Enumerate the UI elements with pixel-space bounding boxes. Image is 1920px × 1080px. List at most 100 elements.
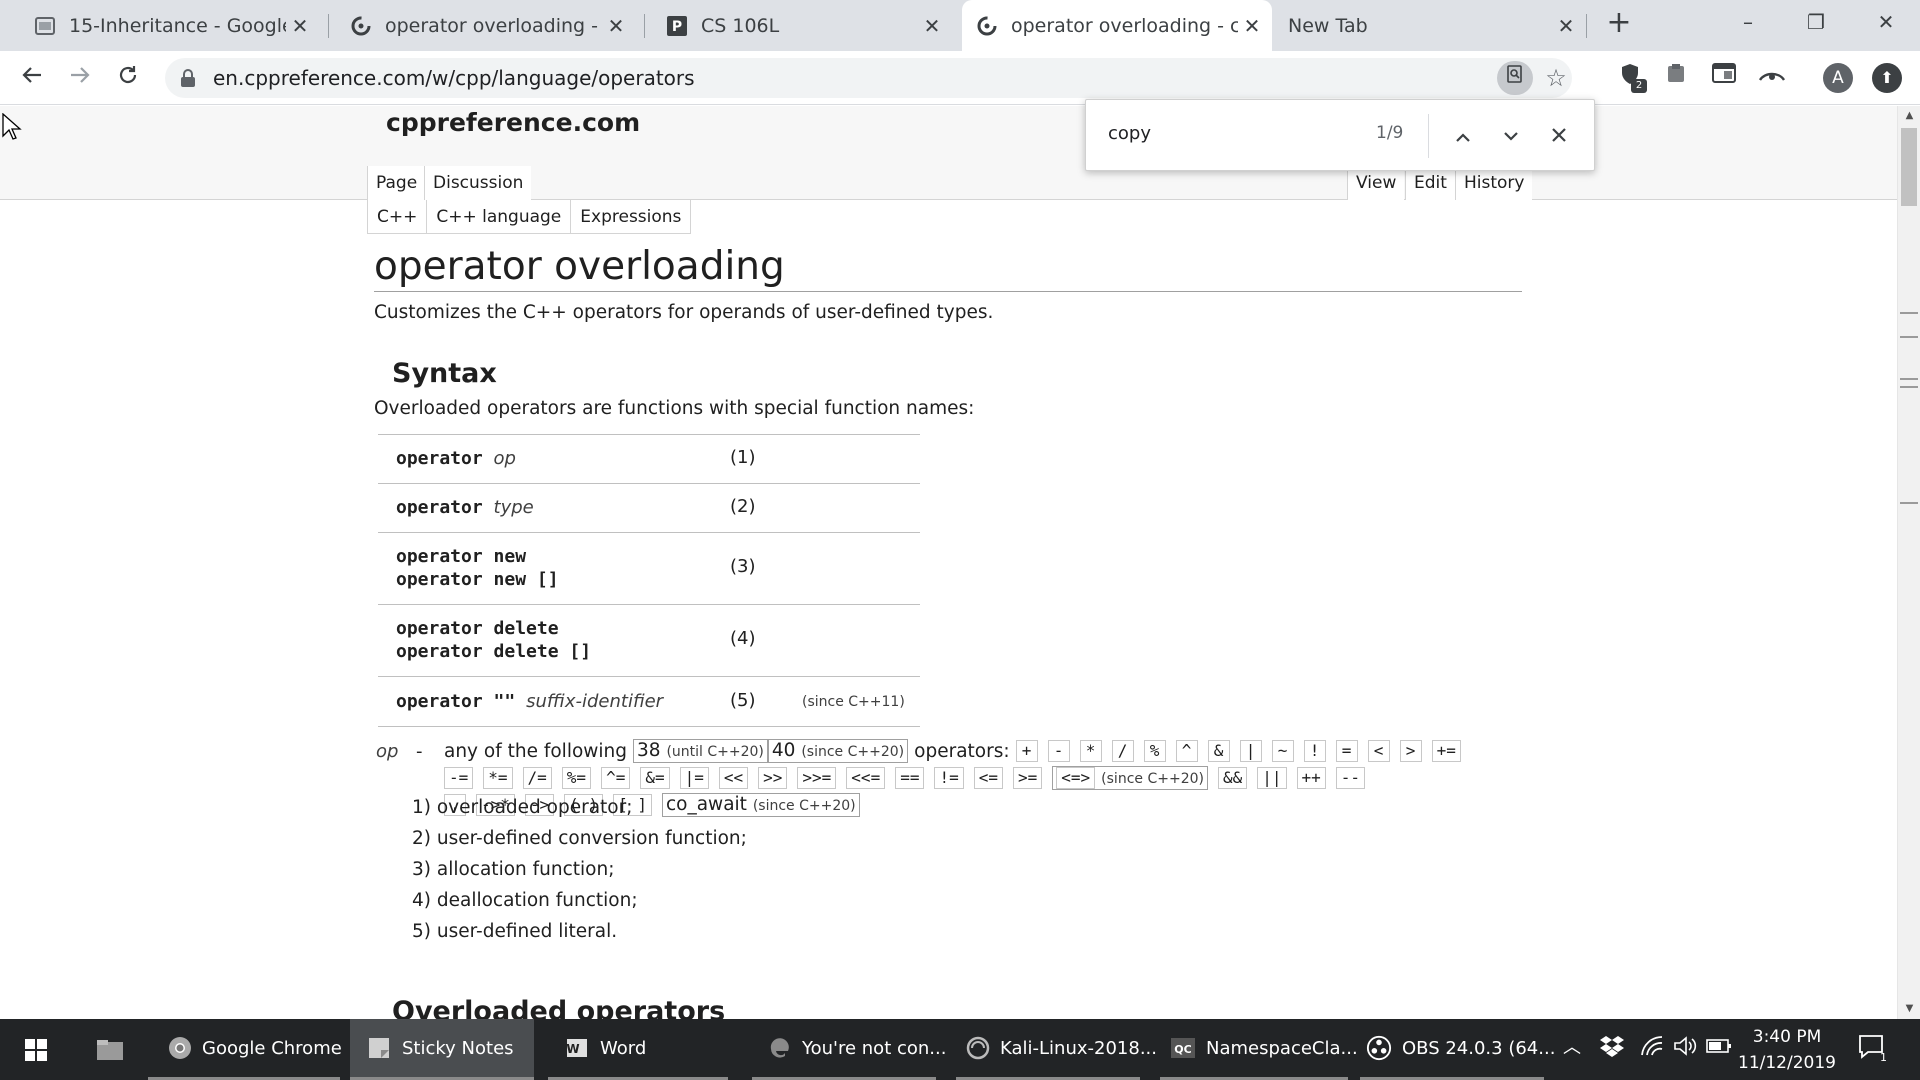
taskbar-app-label: OBS 24.0.3 (64...	[1402, 1037, 1556, 1059]
bookmark-star-icon[interactable]: ☆	[1541, 61, 1571, 95]
profile-avatar[interactable]: A	[1823, 63, 1853, 93]
scroll-thumb[interactable]	[1901, 128, 1917, 206]
taskbar-app[interactable]: Kali-Linux-2018...	[956, 1019, 1157, 1080]
operator-token[interactable]: >=	[1013, 767, 1043, 789]
operator-token[interactable]: |=	[679, 767, 709, 789]
operator-token[interactable]: >>=	[797, 767, 837, 789]
taskbar-app[interactable]: W Word	[548, 1019, 728, 1080]
wifi-icon[interactable]	[1640, 1035, 1664, 1062]
extension-clipboard-icon[interactable]	[1660, 62, 1692, 94]
syntax-table: operator op (1) operator type (2) operat…	[378, 434, 920, 727]
operator-token[interactable]: ++	[1296, 767, 1326, 789]
tab-close-icon[interactable]: ✕	[1552, 14, 1580, 38]
operator-token[interactable]: !=	[934, 767, 964, 789]
operator-token[interactable]: |	[1239, 740, 1262, 762]
tab-close-icon[interactable]: ✕	[286, 14, 314, 38]
tab-edit[interactable]: Edit	[1405, 166, 1455, 200]
tab-close-icon[interactable]: ✕	[1238, 14, 1266, 38]
operator-token[interactable]: &&	[1217, 767, 1248, 789]
notification-center-icon[interactable]: 1	[1858, 1033, 1888, 1068]
operator-token[interactable]: ^=	[601, 767, 631, 789]
extension-window-icon[interactable]	[1708, 62, 1740, 94]
taskbar-app-label: Sticky Notes	[402, 1037, 514, 1059]
url-text[interactable]: en.cppreference.com/w/cpp/language/opera…	[213, 66, 695, 90]
breadcrumb-expressions[interactable]: Expressions	[571, 200, 692, 234]
syntax-number: (5)	[730, 690, 756, 711]
restore-button[interactable]: ❐	[1786, 4, 1846, 40]
browser-tab[interactable]: 15-Inheritance - Google Sli ✕	[20, 0, 320, 51]
operator-token[interactable]: %=	[561, 767, 592, 789]
extension-shield-icon[interactable]: 2	[1614, 62, 1647, 94]
operator-token[interactable]: /=	[522, 767, 552, 789]
operator-token[interactable]: >>	[758, 767, 788, 789]
task-view-button[interactable]	[88, 1019, 132, 1080]
tab-view[interactable]: View	[1347, 166, 1405, 200]
battery-icon[interactable]	[1706, 1038, 1732, 1059]
find-input[interactable]: copy	[1108, 123, 1151, 144]
taskbar-app[interactable]: You're not con...	[752, 1019, 946, 1080]
reload-button[interactable]	[110, 60, 146, 96]
operator-token[interactable]: <=	[973, 767, 1003, 789]
operator-token[interactable]: ==	[895, 767, 925, 789]
operator-token[interactable]: *=	[483, 767, 513, 789]
operator-token-group: + - * /% ^ & | ~! = < > +=	[1015, 740, 1471, 762]
operator-token[interactable]: +	[1015, 740, 1038, 762]
update-icon[interactable]: ⬆	[1872, 63, 1902, 93]
tab-discussion[interactable]: Discussion	[424, 166, 532, 200]
operator-token[interactable]: &	[1207, 740, 1230, 762]
tab-page[interactable]: Page	[367, 166, 426, 200]
forward-button[interactable]	[62, 60, 98, 96]
browser-tab-active[interactable]: operator overloading - cpp ✕	[962, 0, 1272, 51]
tab-close-icon[interactable]: ✕	[918, 14, 946, 38]
volume-icon[interactable]	[1673, 1035, 1697, 1062]
operator-token[interactable]: +=	[1431, 740, 1461, 762]
browser-tab[interactable]: P CS 106L ✕	[652, 0, 952, 51]
browser-tab[interactable]: New Tab ✕	[1274, 0, 1586, 51]
operator-token[interactable]: >	[1399, 740, 1422, 762]
operator-token[interactable]: !	[1303, 740, 1326, 762]
scroll-down-icon[interactable]: ▼	[1898, 999, 1920, 1019]
address-bar[interactable]: en.cppreference.com/w/cpp/language/opera…	[165, 58, 1572, 98]
site-title[interactable]: cppreference.com	[386, 108, 640, 137]
reload-icon	[119, 66, 137, 84]
find-close-button[interactable]	[1541, 118, 1577, 154]
operator-token[interactable]: ~	[1271, 740, 1294, 762]
operator-token[interactable]: %	[1143, 740, 1166, 762]
scroll-up-icon[interactable]: ▲	[1898, 106, 1920, 126]
tab-history[interactable]: History	[1455, 166, 1533, 200]
operator-token[interactable]: -	[1047, 740, 1070, 762]
operator-token[interactable]: --	[1335, 767, 1366, 789]
operator-token[interactable]: <<	[718, 767, 749, 789]
taskbar-app[interactable]: OBS 24.0.3 (64...	[1360, 1019, 1555, 1080]
operator-token[interactable]: /	[1111, 740, 1134, 762]
new-tab-button[interactable]: +	[1603, 8, 1635, 40]
back-button[interactable]	[14, 60, 50, 96]
operator-token[interactable]: &=	[640, 767, 670, 789]
page-scrollbar[interactable]: ▲ ▼	[1897, 106, 1920, 1019]
minimize-button[interactable]: –	[1718, 4, 1778, 40]
extension-eye-icon[interactable]	[1756, 62, 1788, 94]
operator-token[interactable]: *	[1079, 740, 1102, 762]
operator-token[interactable]: =	[1335, 740, 1358, 762]
operator-token[interactable]: ||	[1257, 767, 1287, 789]
operator-token[interactable]: <<=	[846, 767, 886, 789]
start-button[interactable]	[10, 1019, 62, 1080]
taskbar-app[interactable]: Google Chrome	[148, 1019, 342, 1080]
system-clock[interactable]: 3:40 PM 11/12/2019	[1737, 1024, 1837, 1076]
dropbox-icon[interactable]	[1600, 1035, 1624, 1062]
browser-tab[interactable]: operator overloading - cpp ✕	[336, 0, 636, 51]
find-next-button[interactable]	[1493, 118, 1529, 154]
breadcrumb-cpp[interactable]: C++	[367, 200, 428, 234]
show-hidden-icons-chevron-icon[interactable]: ︿	[1563, 1033, 1581, 1059]
taskbar-app[interactable]: QC NamespaceCla...	[1160, 1019, 1358, 1080]
find-previous-button[interactable]	[1445, 118, 1481, 154]
operator-token[interactable]: <	[1367, 740, 1390, 762]
operator-token[interactable]: ^	[1175, 740, 1198, 762]
close-window-button[interactable]: ✕	[1856, 4, 1916, 40]
tab-close-icon[interactable]: ✕	[602, 14, 630, 38]
breadcrumb-cpp-language[interactable]: C++ language	[427, 200, 572, 234]
find-in-page-icon[interactable]	[1497, 61, 1533, 95]
taskbar-app[interactable]: Sticky Notes	[350, 1019, 534, 1080]
syntax-code: operator delete []	[396, 641, 592, 662]
operator-token[interactable]: -=	[444, 767, 474, 789]
